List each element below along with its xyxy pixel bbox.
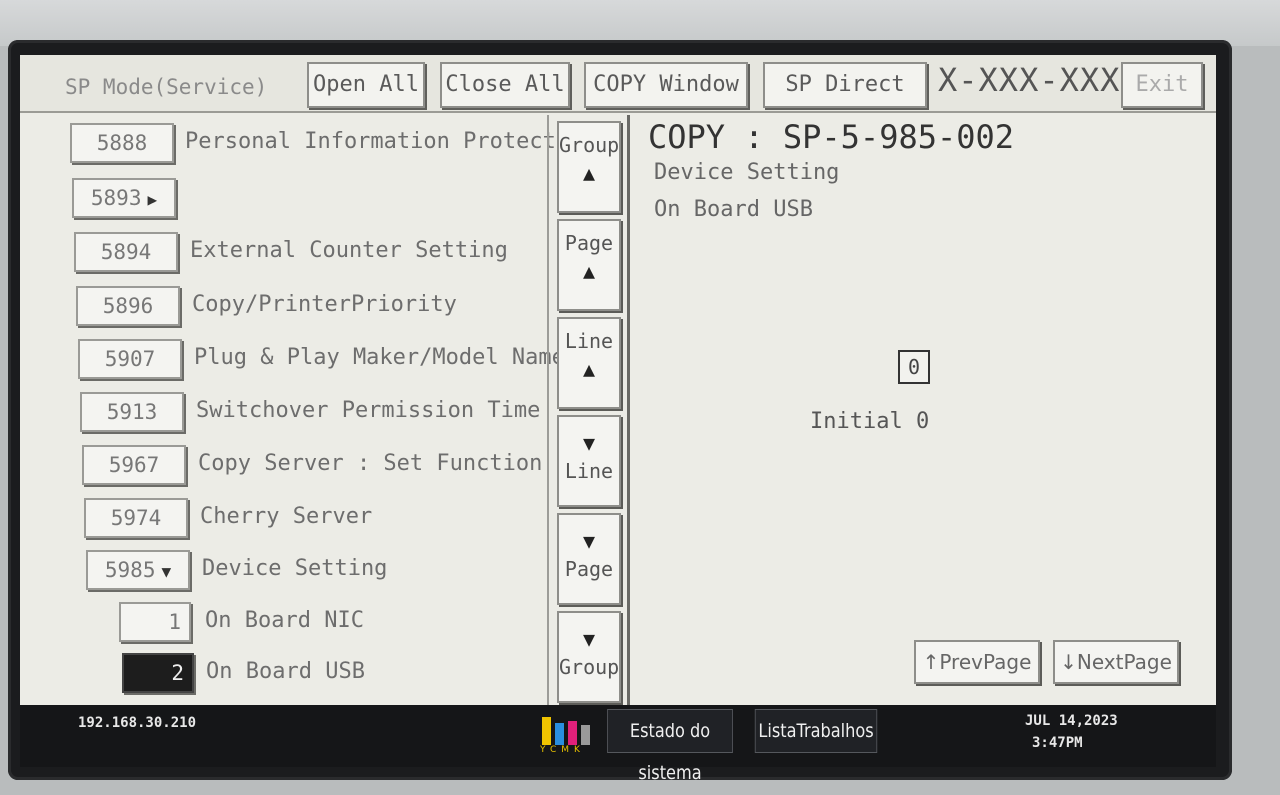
sp-detail-title: COPY : SP-5-985-002 [648,118,1015,156]
down-arrow-icon: ▼ [582,431,596,455]
toner-magenta-bar [568,721,577,745]
up-arrow-icon: ▲ [582,357,596,381]
sub-code-button[interactable]: 1 [119,602,191,642]
toner-level-icon[interactable]: YCMK [540,711,598,755]
up-arrow-icon: ▲ [582,259,596,283]
sp-code-button[interactable]: 5896 [76,286,180,326]
sp-detail-group: Device Setting [654,160,840,185]
line-down-button[interactable]: ▼ Line [557,415,621,507]
initial-value-label: Initial 0 [810,409,930,434]
sp-item-label: Cherry Server [200,504,373,529]
header-bar: SP Mode(Service) Open All Close All COPY… [20,55,1216,113]
sp-code-text: 5985 [104,558,156,582]
sp-code-button[interactable]: 5913 [80,392,184,432]
expand-right-icon: ▶ [147,190,158,209]
sp-item-label: Plug & Play Maker/Model Name [194,345,565,370]
page-up-label: Page [564,231,614,255]
page-down-label: Page [564,557,614,581]
sp-direct-button[interactable]: SP Direct [763,62,927,108]
page-down-button[interactable]: ▼ Page [557,513,621,605]
status-bar: 192.168.30.210 YCMK Estado do sistema Li… [20,705,1216,784]
open-all-button[interactable]: Open All [307,62,425,108]
copy-window-button[interactable]: COPY Window [584,62,748,108]
sp-code-button[interactable]: 5888 [70,123,174,163]
toner-letters: YCMK [540,745,585,755]
line-down-label: Line [564,459,614,483]
sp-code-text: 5893 [90,186,142,210]
line-up-label: Line [564,329,614,353]
sp-item-label: External Counter Setting [190,238,508,263]
ip-address: 192.168.30.210 [78,715,197,731]
mode-label: SP Mode(Service) [65,75,268,99]
down-arrow-icon: ▼ [582,529,596,553]
prev-page-button[interactable]: ↑PrevPage [914,640,1040,684]
sub-code-button-selected[interactable]: 2 [122,653,194,693]
sp-code-button[interactable]: 5974 [84,498,188,538]
group-up-label: Group [559,133,620,157]
sp-code-button[interactable]: 5894 [74,232,178,272]
page-up-button[interactable]: Page ▲ [557,219,621,311]
sp-code-button[interactable]: 5985 ▼ [86,550,190,590]
close-all-button[interactable]: Close All [440,62,570,108]
status-date: JUL 14,2023 [1025,713,1118,729]
sp-item-label: Copy Server : Set Function [198,451,543,476]
sp-value-field[interactable]: 0 [898,350,930,384]
sp-item-label: Personal Information Protect [185,129,556,154]
toner-black-bar [581,725,590,745]
machine-id: X-XXX-XXX [938,61,1121,99]
down-arrow-icon: ▼ [582,627,596,651]
group-down-button[interactable]: ▼ Group [557,611,621,703]
up-arrow-icon: ▲ [582,161,596,185]
service-screen: SP Mode(Service) Open All Close All COPY… [20,55,1216,705]
toner-yellow-bar [542,717,551,745]
toner-cyan-bar [555,723,564,745]
exit-button[interactable]: Exit [1121,62,1203,108]
sub-item-label: On Board USB [206,659,365,684]
expand-down-icon: ▼ [161,562,172,581]
job-list-button[interactable]: ListaTrabalhos [754,709,878,753]
sp-code-button[interactable]: 5907 [78,339,182,379]
group-up-button[interactable]: Group ▲ [557,121,621,213]
sp-item-label: Switchover Permission Time [196,398,541,423]
scroll-nav-column: Group ▲ Page ▲ Line ▲ ▼ Line ▼ Page ▼ Gr… [547,115,630,705]
sp-code-button[interactable]: 5967 [82,445,186,485]
sp-item-label: Copy/PrinterPriority [192,292,457,317]
sub-item-label: On Board NIC [205,608,364,633]
sp-code-button[interactable]: 5893 ▶ [72,178,176,218]
next-page-button[interactable]: ↓NextPage [1053,640,1179,684]
sp-detail-item: On Board USB [654,197,813,222]
system-status-button[interactable]: Estado do sistema [607,709,733,784]
sp-item-label: Device Setting [202,556,388,581]
status-time: 3:47PM [1032,735,1083,751]
group-down-label: Group [559,655,620,679]
line-up-button[interactable]: Line ▲ [557,317,621,409]
